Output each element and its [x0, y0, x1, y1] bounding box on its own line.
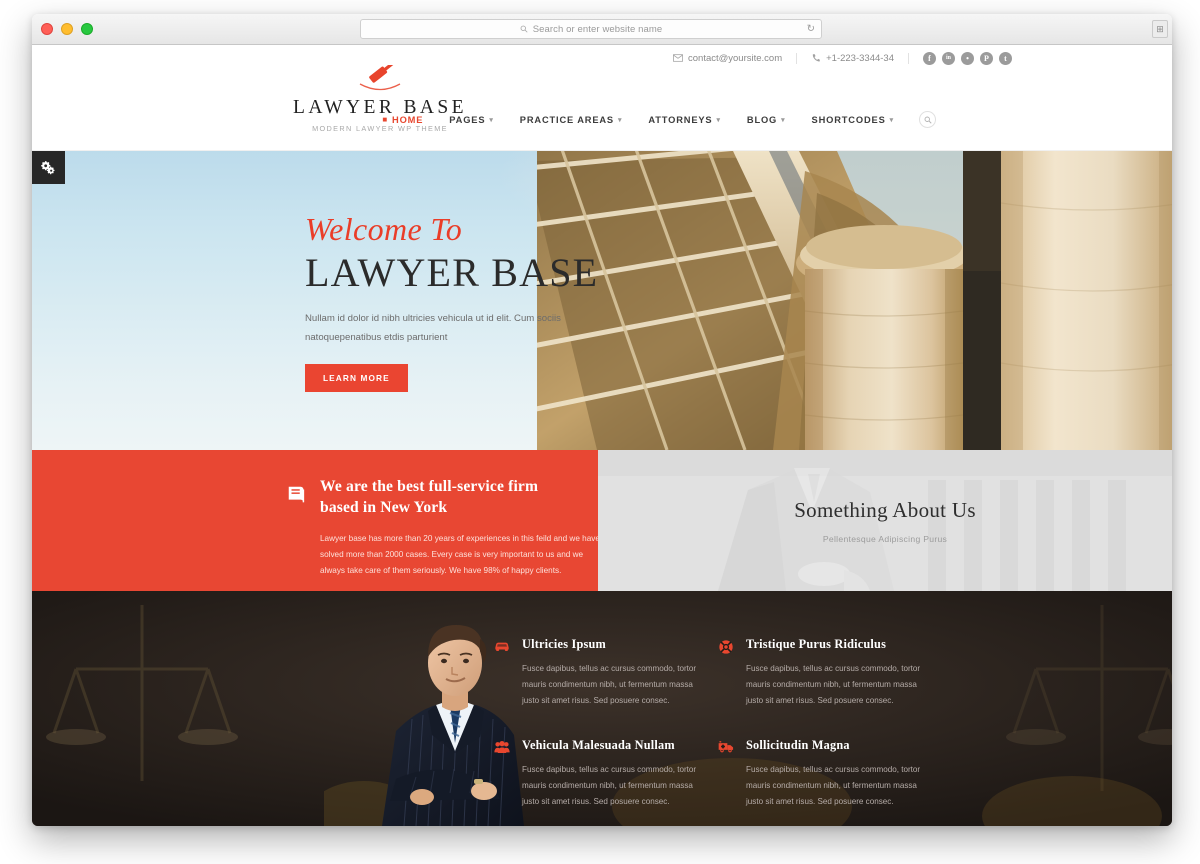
chevron-down-icon: ▾ [716, 116, 721, 124]
feature-title: Tristique Purus Ridiculus [746, 637, 887, 651]
page-viewport: contact@yoursite.com +1-223-3344-34 f in… [32, 45, 1172, 826]
gavel-icon [280, 65, 480, 97]
facebook-icon[interactable]: f [923, 51, 936, 65]
twitter-icon[interactable]: t [999, 51, 1012, 65]
feature-body: Fusce dapibus, tellus ac cursus commodo,… [522, 664, 697, 706]
social-links: f in • P t [909, 51, 1012, 65]
nav-label-attorneys: ATTORNEYS [648, 114, 713, 125]
top-contact-bar: contact@yoursite.com +1-223-3344-34 f in… [32, 45, 1172, 71]
address-bar[interactable]: Search or enter website name ↻ [360, 19, 822, 39]
feature-item: Tristique Purus Ridiculus Fusce dapibus,… [718, 637, 924, 710]
feature-body: Fusce dapibus, tellus ac cursus commodo,… [746, 764, 921, 806]
hero-title: LAWYER BASE [305, 250, 599, 295]
nav-label-pages: PAGES [449, 114, 486, 125]
window-controls [41, 23, 93, 35]
browser-window: Search or enter website name ↻ ⊞ contact… [32, 14, 1172, 826]
nav-item-blog[interactable]: BLOG ▾ [734, 115, 799, 125]
nav-item-pages[interactable]: PAGES ▾ [436, 115, 506, 125]
nav-item-home[interactable]: ■ HOME [369, 115, 436, 125]
firm-statement-line1: We are the best full-service firm [320, 478, 539, 495]
reload-icon[interactable]: ↻ [807, 24, 815, 35]
feature-body: Fusce dapibus, tellus ac cursus commodo,… [522, 764, 697, 806]
intro-band: We are the best full-service firm based … [32, 450, 1172, 591]
nav-label-home: HOME [392, 114, 424, 125]
chevron-down-icon: ▾ [889, 116, 894, 124]
nav-label-shortcodes: SHORTCODES [811, 114, 886, 125]
firm-statement-panel: We are the best full-service firm based … [32, 450, 600, 591]
feature-item: Ultricies Ipsum Fusce dapibus, tellus ac… [494, 637, 700, 710]
nav-label-practice-areas: PRACTICE AREAS [519, 114, 614, 125]
hero-subtitle: Nullam id dolor id nibh ultricies vehicu… [305, 312, 561, 343]
contact-email[interactable]: contact@yoursite.com [659, 53, 796, 64]
site-header: LAWYER BASE MODERN LAWYER WP THEME ■ HOM… [32, 65, 1172, 151]
about-panel: Something About Us Pellentesque Adipisci… [598, 450, 1172, 591]
firm-statement-body: Lawyer base has more than 20 years of ex… [320, 534, 600, 576]
browser-titlebar: Search or enter website name ↻ ⊞ [32, 14, 1172, 45]
group-icon [494, 740, 510, 811]
lifebuoy-icon [718, 639, 734, 710]
ambulance-icon [718, 740, 734, 811]
phone-icon [812, 54, 820, 62]
about-subtitle: Pellentesque Adipiscing Purus [822, 533, 948, 544]
feature-list: Ultricies Ipsum Fusce dapibus, tellus ac… [494, 637, 920, 811]
home-icon: ■ [382, 115, 388, 124]
linkedin-icon[interactable]: in [942, 51, 955, 65]
zoom-window-button[interactable] [81, 23, 93, 35]
features-section: Ultricies Ipsum Fusce dapibus, tellus ac… [32, 591, 1172, 826]
hero-copy: Welcome To LAWYER BASE Nullam id dolor i… [305, 211, 635, 393]
feature-item: Vehicula Malesuada Nullam Fusce dapibus,… [494, 738, 700, 811]
firm-statement-line2: based in New York [320, 498, 448, 516]
chevron-down-icon: ▾ [617, 116, 623, 124]
search-icon [520, 25, 528, 33]
address-bar-placeholder: Search or enter website name [532, 23, 663, 35]
flickr-icon[interactable]: • [961, 51, 974, 65]
nav-search-button[interactable] [919, 111, 936, 128]
close-window-button[interactable] [41, 23, 53, 35]
contact-email-text: contact@yoursite.com [688, 52, 783, 64]
envelope-icon [673, 54, 683, 62]
firm-statement-heading: We are the best full-service firm based … [320, 477, 570, 518]
contact-phone[interactable]: +1-223-3344-34 [797, 53, 908, 64]
contact-phone-text: +1-223-3344-34 [826, 52, 894, 64]
feature-title: Sollicitudin Magna [746, 737, 850, 752]
car-icon [494, 639, 510, 710]
nav-label-blog: BLOG [746, 114, 778, 125]
chevron-down-icon: ▾ [781, 116, 786, 124]
pinterest-icon[interactable]: P [980, 51, 993, 65]
main-navigation: ■ HOME PAGES ▾ PRACTICE AREAS ▾ ATTORNEY… [369, 111, 936, 128]
feature-title: Vehicula Malesuada Nullam [522, 737, 675, 752]
search-icon [924, 116, 932, 124]
nav-item-attorneys[interactable]: ATTORNEYS ▾ [635, 115, 734, 125]
toolbar-overflow-button[interactable]: ⊞ [1152, 20, 1168, 38]
feature-body: Fusce dapibus, tellus ac cursus commodo,… [746, 664, 921, 706]
nav-item-shortcodes[interactable]: SHORTCODES ▾ [799, 115, 907, 125]
learn-more-button[interactable]: LEARN MORE [305, 364, 408, 393]
chevron-down-icon: ▾ [489, 116, 494, 124]
hero-eyebrow: Welcome To [305, 211, 463, 247]
feature-item: Sollicitudin Magna Fusce dapibus, tellus… [718, 738, 924, 811]
nav-item-practice-areas[interactable]: PRACTICE AREAS ▾ [507, 115, 636, 125]
book-icon [286, 484, 308, 511]
gears-icon [41, 161, 55, 175]
hero-section: Welcome To LAWYER BASE Nullam id dolor i… [32, 151, 1172, 450]
minimize-window-button[interactable] [61, 23, 73, 35]
about-title: Something About Us [794, 497, 976, 522]
feature-title: Ultricies Ipsum [522, 637, 606, 651]
theme-settings-toggle[interactable] [32, 151, 65, 184]
